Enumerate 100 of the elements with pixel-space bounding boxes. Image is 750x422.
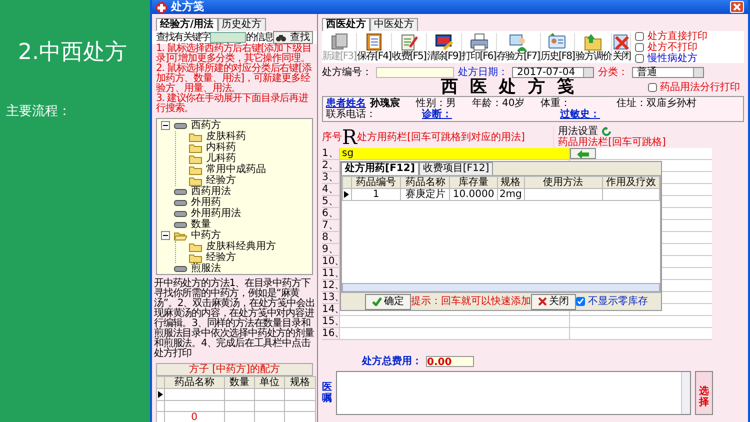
table-cell: 10.0000 [450,188,498,200]
row-number: 13、 [322,292,340,303]
instruction-text: 2. 鼠标选择所建的对应分类后右键[添加药方、数量、用法]，可新建更多经验方、用量、用法。 [156,64,312,94]
check-icon [372,297,382,306]
sex-text: 性别：男 [416,98,456,109]
tab[interactable]: 中医处方 [370,18,418,31]
collapse-icon[interactable] [161,121,170,130]
column-header: 药品名称 [400,176,450,188]
drive-icon [174,122,187,130]
help-text: 开中药处方的方法1、在目录中药方下寻找你所需的中药方，例如是“麻黄汤”。2、双击麻黄汤，在处方笺中会出现麻黄汤的内容，在处方笺中对内容进行编辑。3、同样的方法在数量目录和煎服法目录中依次选择中药处方的剂量和煎服法。4、完成后在工具栏中点击处方打印 [153,279,316,359]
zero-stock-checkbox[interactable] [576,297,585,306]
phone-label: 联系电话： [326,109,377,120]
row-number: 15、 [322,316,340,327]
tree-item[interactable]: 经验方 [206,252,236,263]
tree-item[interactable]: 经验方 [206,175,236,186]
number-field[interactable] [376,67,454,78]
row-number: 9、 [322,244,340,255]
advice-field[interactable] [336,371,691,415]
folder-icon [189,142,202,152]
number-label: 处方编号： [322,67,372,78]
row-number: 6、 [322,208,340,219]
tab[interactable]: 历史处方 [218,18,266,31]
column-header: 作用及疗效 [602,176,660,188]
date-select[interactable]: 2017-07-04 [512,67,594,78]
toolbar-button[interactable]: 收费[F5] [392,32,427,62]
option-label: 处方不打印 [647,42,698,52]
patient-name-link[interactable]: 患者姓名 [326,98,366,109]
close-button[interactable]: 关闭 [531,294,576,310]
usage-hint: 药品用法栏[回车可跳格] [558,137,666,148]
option-checkbox[interactable] [635,54,644,62]
horizontal-scrollbar[interactable] [342,283,660,292]
column-header: 规格 [497,176,524,188]
arrow-button[interactable] [570,148,596,159]
split-print-checkbox[interactable] [648,82,657,92]
collapse-icon[interactable] [161,231,170,240]
folder-icon [189,164,202,174]
tree-item[interactable]: 中药方 [191,230,221,241]
person-card-icon [509,32,528,50]
rx-symbol: R [342,127,358,147]
tree-item[interactable]: 外用药用法 [191,208,241,219]
row-number: 3、 [322,172,340,183]
table-cell: 2mg [497,188,524,200]
option-checkbox[interactable] [635,42,644,52]
search-field[interactable] [210,32,246,43]
tree-item[interactable]: 外用药 [191,197,221,208]
close-button[interactable] [730,1,744,13]
close-icon [538,297,547,306]
drive-icon [174,198,187,206]
date-label: 处方日期： [458,67,508,78]
row-pointer-icon [158,390,163,398]
window-title: 处方笺 [171,0,205,14]
folder-arrow-icon [584,32,602,50]
drive-icon [174,264,187,272]
tab[interactable]: 处方用药[F12] [341,162,419,175]
column-header: 库存量 [450,176,498,188]
column-header: 药品编号 [351,176,401,188]
diagnosis-link[interactable]: 诊断： [422,109,560,120]
choose-button[interactable]: 选择 [695,371,713,415]
zero-stock-label: 不显示零库存 [588,296,648,307]
table-cell: 赛庚定片 [400,188,450,200]
toolbar-button[interactable]: 存验方[F7] [496,32,541,62]
tab[interactable]: 收费项目[F12] [418,162,494,175]
tree-item[interactable]: 常用中成药品 [206,164,266,175]
column-header: 规格 [284,376,316,388]
advice-label: 医嘱 [322,382,332,404]
row-number: 1、 [322,148,340,159]
monitor-icon [434,32,453,50]
option-checkbox[interactable] [635,32,644,40]
refresh-icon [602,127,612,136]
tree-item[interactable]: 皮肤科药 [206,131,246,142]
tree-item[interactable]: 内科药 [206,142,236,153]
folder-icon [189,176,202,186]
tree-item[interactable]: 皮肤科经典用方 [206,241,276,252]
tab[interactable]: 西医处方 [322,18,370,31]
row-number: 8、 [322,232,340,243]
toolbar-button[interactable]: 历史[F8] [540,32,576,62]
category-select[interactable]: 普通 [632,67,704,78]
tree-item[interactable]: 西药方 [191,120,221,131]
category-label: 分类： [598,67,628,78]
tree-item[interactable]: 西药用法 [191,186,231,197]
hint-text: 提示：回车就可以快速添加 [411,296,531,307]
toolbar-button[interactable]: 打印[F6] [462,32,497,62]
tree-item[interactable]: 儿科药 [206,153,236,164]
toolbar-button[interactable]: 关闭 [612,32,632,62]
tab[interactable]: 经验方/用法 [156,18,218,31]
tree-item[interactable]: 煎服法 [191,263,221,274]
folder-icon [189,154,202,164]
toolbar-button[interactable]: 保存[F4] [356,32,392,62]
total-field[interactable]: 0.00 [426,356,474,367]
search-button[interactable]: 查找 [273,31,313,44]
tree-item[interactable]: 数量 [191,219,211,230]
allergy-link[interactable]: 过敏史： [560,109,600,120]
row-number: 2、 [322,160,340,171]
ok-button[interactable]: 确定 [365,294,411,310]
toolbar-button[interactable]: 验方调价 [575,32,612,62]
drive-icon [174,220,187,228]
column-header: 单位 [254,376,285,388]
toolbar-button[interactable]: 清除[F9] [426,32,462,62]
search-label: 查找有关键字 [156,32,210,43]
vertical-scrollbar[interactable] [681,372,690,414]
